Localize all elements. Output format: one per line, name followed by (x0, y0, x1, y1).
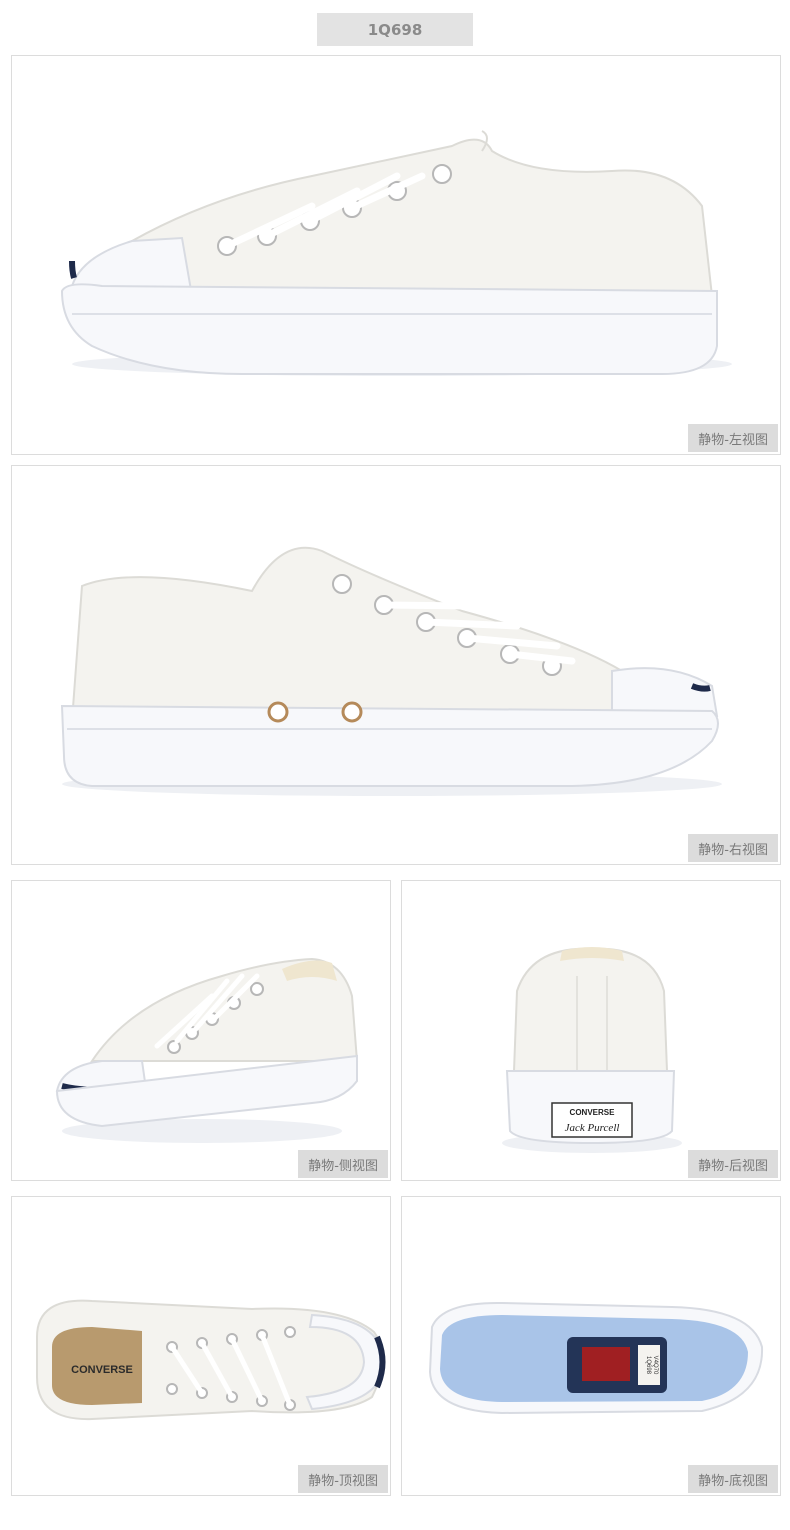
bottom-view-panel: 1Q698 V4Q70 静物-底视图 (401, 1196, 781, 1496)
side-view-panel: 静物-侧视图 (11, 880, 391, 1181)
sole-label-line2: V4Q70 (652, 1356, 658, 1375)
shoe-bottom-view-image: 1Q698 V4Q70 (428, 1301, 764, 1415)
view-label: 静物-顶视图 (298, 1465, 388, 1493)
right-view-panel: 静物-右视图 (11, 465, 781, 865)
view-label: 静物-左视图 (688, 424, 778, 452)
view-label: 静物-底视图 (688, 1465, 778, 1493)
heel-label-model: Jack Purcell (565, 1122, 620, 1134)
sole-label-line1: 1Q698 (645, 1356, 651, 1375)
heel-label-brand: CONVERSE (570, 1108, 616, 1117)
back-view-panel: CONVERSE Jack Purcell 静物-后视图 (401, 880, 781, 1181)
product-code-banner: 1Q698 (317, 13, 473, 46)
view-label: 静物-侧视图 (298, 1150, 388, 1178)
insole-brand: CONVERSE (71, 1364, 133, 1376)
top-view-panel: CONVERSE 静物-顶视图 (11, 1196, 391, 1496)
left-view-panel: 静物-左视图 (11, 55, 781, 455)
view-label: 静物-右视图 (688, 834, 778, 862)
shoe-right-view-image (60, 546, 722, 796)
shoe-side-view-image (55, 957, 359, 1143)
shoe-left-view-image (60, 130, 732, 376)
shoe-top-view-image: CONVERSE (36, 1299, 386, 1421)
view-label: 静物-后视图 (688, 1150, 778, 1178)
shoe-back-view-image: CONVERSE Jack Purcell (502, 947, 682, 1153)
